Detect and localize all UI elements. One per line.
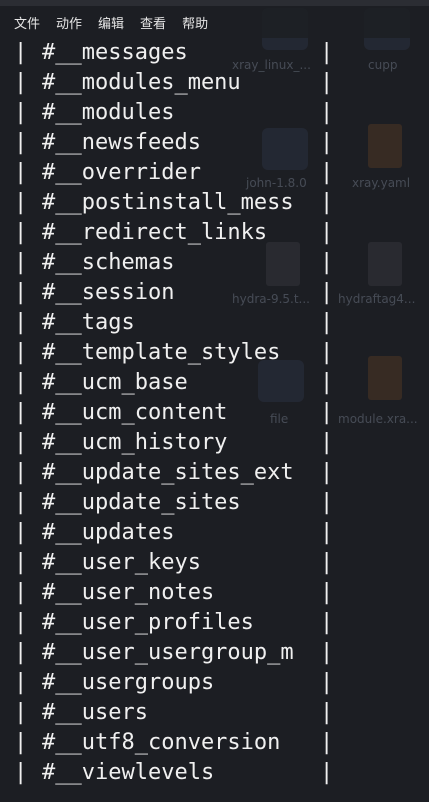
table-row: | #__update_sites |	[0, 488, 429, 518]
table-row: | #__user_keys |	[0, 548, 429, 578]
table-name-cell: #__redirect_links	[42, 220, 268, 245]
menu-bar: 文件 动作 编辑 查看 帮助	[0, 6, 429, 38]
table-row: | #__updates |	[0, 518, 429, 548]
table-name-cell: #__template_styles	[42, 340, 281, 365]
table-name-cell: #__schemas	[42, 250, 175, 275]
table-name-cell: #__ucm_history	[42, 430, 228, 455]
menu-action[interactable]: 动作	[56, 13, 82, 32]
menu-help[interactable]: 帮助	[182, 13, 208, 32]
table-row: | #__user_profiles |	[0, 608, 429, 638]
table-row: | #__session |	[0, 278, 429, 308]
menu-view[interactable]: 查看	[140, 13, 166, 32]
table-row: | #__redirect_links |	[0, 218, 429, 248]
table-name-cell: #__ucm_base	[42, 370, 188, 395]
table-name-cell: #__user_profiles	[42, 610, 254, 635]
table-row: | #__newsfeeds |	[0, 128, 429, 158]
table-row: | #__usergroups |	[0, 668, 429, 698]
terminal-output[interactable]: | #__messages | | #__modules_menu | | #__modu…	[0, 38, 429, 802]
table-name-cell: #__messages	[42, 40, 188, 65]
table-row: | #__users |	[0, 698, 429, 728]
table-row: | #__overrider |	[0, 158, 429, 188]
table-row: | #__modules_menu |	[0, 68, 429, 98]
table-name-cell: #__usergroups	[42, 670, 215, 695]
table-row: | #__ucm_content |	[0, 398, 429, 428]
table-row: | #__utf8_conversion |	[0, 728, 429, 758]
table-name-cell: #__ucm_content	[42, 400, 228, 425]
table-row: | #__tags |	[0, 308, 429, 338]
menu-file[interactable]: 文件	[14, 13, 40, 32]
table-name-cell: #__session	[42, 280, 175, 305]
table-name-cell: #__modules_menu	[42, 70, 241, 95]
table-name-cell: #__user_keys	[42, 550, 201, 575]
table-name-cell: #__newsfeeds	[42, 130, 201, 155]
table-row: | #__postinstall_mess |	[0, 188, 429, 218]
table-name-cell: #__updates	[42, 520, 175, 545]
table-row: | #__update_sites_ext |	[0, 458, 429, 488]
table-row: | #__messages |	[0, 38, 429, 68]
table-name-cell: #__viewlevels	[42, 760, 215, 785]
table-row: | #__viewlevels |	[0, 758, 429, 788]
table-row: | #__user_notes |	[0, 578, 429, 608]
table-name-cell: #__tags	[42, 310, 135, 335]
table-name-cell: #__modules	[42, 100, 175, 125]
table-name-cell: #__user_notes	[42, 580, 215, 605]
menu-edit[interactable]: 编辑	[98, 13, 124, 32]
table-name-cell: #__update_sites	[42, 490, 241, 515]
table-row: | #__schemas |	[0, 248, 429, 278]
table-row: | #__template_styles |	[0, 338, 429, 368]
table-name-cell: #__utf8_conversion	[42, 730, 281, 755]
table-name-cell: #__user_usergroup_m	[42, 640, 294, 665]
table-row: | #__ucm_base |	[0, 368, 429, 398]
table-name-cell: #__users	[42, 700, 148, 725]
table-name-cell: #__postinstall_mess	[42, 190, 294, 215]
table-row: | #__ucm_history |	[0, 428, 429, 458]
table-name-cell: #__update_sites_ext	[42, 460, 294, 485]
table-row: | #__modules |	[0, 98, 429, 128]
table-row: | #__user_usergroup_m |	[0, 638, 429, 668]
table-name-cell: #__overrider	[42, 160, 201, 185]
